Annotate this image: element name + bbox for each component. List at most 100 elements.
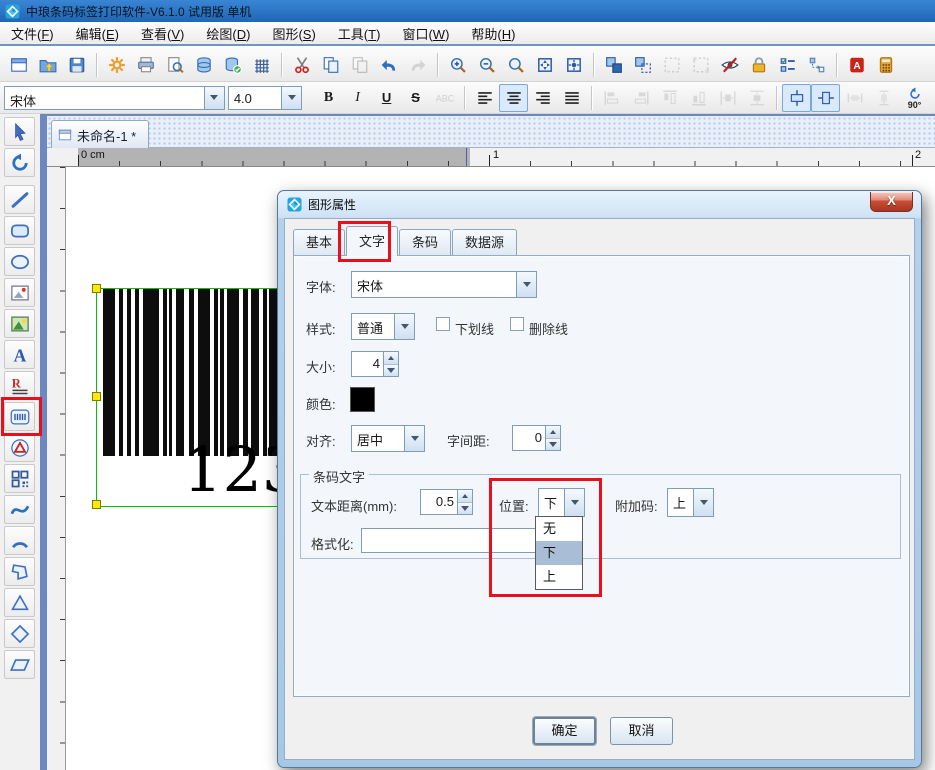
center-vertical-button[interactable] [811, 84, 840, 112]
menu-e[interactable]: 编辑(E) [65, 21, 130, 46]
spin-up-icon[interactable] [458, 490, 472, 502]
special-shape-tool-button[interactable] [4, 433, 35, 462]
spin-down-icon[interactable] [458, 502, 472, 515]
select-cursor-button[interactable] [4, 117, 35, 146]
diamond-tool-button[interactable] [4, 619, 35, 648]
align-edge-right-icon [632, 89, 650, 107]
open-folder-button[interactable] [33, 51, 62, 79]
dialog-title-bar[interactable]: 图形属性 [278, 191, 921, 218]
selection-handle[interactable] [92, 500, 101, 509]
database-connect-button[interactable] [218, 51, 247, 79]
rounded-rect-tool-button[interactable] [4, 216, 35, 245]
menu-s[interactable]: 图形(S) [261, 21, 326, 46]
text-tool-button[interactable]: A [4, 340, 35, 369]
lock-object-button[interactable] [744, 51, 773, 79]
settings-gear-button[interactable] [102, 51, 131, 79]
close-button[interactable]: X [870, 192, 913, 212]
chevron-down-icon[interactable] [693, 489, 713, 516]
color-swatch[interactable] [350, 387, 375, 412]
cut-scissors-button[interactable] [287, 51, 316, 79]
align-left-button[interactable] [470, 84, 499, 112]
spin-up-icon[interactable] [546, 426, 560, 438]
spin-down-icon[interactable] [546, 438, 560, 451]
save-floppy-button[interactable] [62, 51, 91, 79]
zoom-magnifier-button[interactable] [501, 51, 530, 79]
ellipse-tool-button[interactable] [4, 247, 35, 276]
document-tab[interactable]: 未命名-1 * [51, 120, 149, 149]
menu-w[interactable]: 窗口(W) [391, 21, 460, 46]
export-pdf-button[interactable]: A [842, 51, 871, 79]
calculator-button[interactable] [871, 51, 900, 79]
font-style-u-button[interactable]: U [372, 84, 401, 112]
dialog-tab-datasource[interactable]: 数据源 [452, 229, 517, 256]
size-spinner[interactable]: 4 [351, 351, 399, 377]
font-family-combo[interactable]: 宋体 [4, 86, 225, 110]
chevron-down-icon[interactable] [204, 87, 224, 109]
picture-tool-button[interactable] [4, 278, 35, 307]
new-document-button[interactable] [4, 51, 33, 79]
copy-button[interactable] [316, 51, 345, 79]
spin-down-icon[interactable] [384, 364, 398, 377]
align-combo[interactable]: 居中 [351, 425, 425, 452]
selection-handle[interactable] [92, 392, 101, 401]
group-objects-button[interactable] [599, 51, 628, 79]
ruler-mark-label: 1 [493, 149, 499, 161]
print-preview-button[interactable] [160, 51, 189, 79]
hide-object-button[interactable] [715, 51, 744, 79]
underline-checkbox[interactable] [436, 317, 450, 331]
print-button[interactable] [131, 51, 160, 79]
line-tool-button[interactable] [4, 185, 35, 214]
font-size-combo[interactable]: 4.0 [228, 86, 303, 110]
close-icon: X [887, 193, 896, 208]
qrcode-tool-button[interactable] [4, 464, 35, 493]
font-style-b-button[interactable]: B [314, 84, 343, 112]
selection-handle[interactable] [92, 284, 101, 293]
parallelogram-tool-button[interactable] [4, 650, 35, 679]
center-horizontal-button[interactable] [782, 84, 811, 112]
text-distance-spinner[interactable]: 0.5 [420, 489, 473, 515]
menu-t[interactable]: 工具(T) [327, 21, 392, 46]
multi-select-list-button[interactable] [773, 51, 802, 79]
menu-d[interactable]: 绘图(D) [195, 21, 261, 46]
menu-h[interactable]: 帮助(H) [460, 21, 526, 46]
image-tool-button[interactable] [4, 309, 35, 338]
dialog-font-combo[interactable]: 宋体 [351, 271, 537, 298]
menu-v[interactable]: 查看(V) [130, 21, 195, 46]
fit-page-button[interactable] [530, 51, 559, 79]
triangle-tool-button[interactable] [4, 588, 35, 617]
strikeout-checkbox[interactable] [510, 317, 524, 331]
database-button[interactable] [189, 51, 218, 79]
print-order-button[interactable] [802, 51, 831, 79]
fit-selection-button[interactable] [559, 51, 588, 79]
align-justify-button[interactable] [557, 84, 586, 112]
spacing-spinner[interactable]: 0 [512, 425, 561, 451]
addon-combo[interactable]: 上 [667, 488, 714, 517]
font-style-s-button[interactable]: S [401, 84, 430, 112]
chevron-down-icon[interactable] [516, 272, 536, 297]
barcode-object[interactable]: 123 [97, 289, 302, 506]
zoom-out-magnifier-button[interactable] [472, 51, 501, 79]
spin-up-icon[interactable] [384, 352, 398, 364]
dialog-tab-barcode[interactable]: 条码 [399, 229, 451, 256]
undo-arrow-button[interactable] [374, 51, 403, 79]
ungroup-objects-button[interactable] [628, 51, 657, 79]
style-combo[interactable]: 普通 [351, 313, 415, 340]
align-right-button[interactable] [528, 84, 557, 112]
polygon-tool-button[interactable] [4, 557, 35, 586]
ok-button[interactable]: 确定 [533, 717, 596, 745]
cancel-button[interactable]: 取消 [610, 717, 673, 745]
align-center-button[interactable] [499, 84, 528, 112]
rotate-tool-button[interactable] [4, 148, 35, 177]
chevron-down-icon[interactable] [394, 314, 414, 339]
chevron-down-icon[interactable] [404, 426, 424, 451]
curve-tool-button[interactable] [4, 495, 35, 524]
grid-button[interactable] [247, 51, 276, 79]
database-connect-icon [224, 56, 242, 74]
arc-tool-button[interactable] [4, 526, 35, 555]
chevron-down-icon[interactable] [281, 87, 301, 109]
menu-f[interactable]: 文件(F) [0, 21, 65, 46]
rotate-90-button[interactable]: 90° [898, 84, 931, 112]
zoom-in-magnifier-button[interactable] [443, 51, 472, 79]
rich-text-tool-button[interactable]: R [4, 371, 35, 400]
font-style-i-button[interactable]: I [343, 84, 372, 112]
